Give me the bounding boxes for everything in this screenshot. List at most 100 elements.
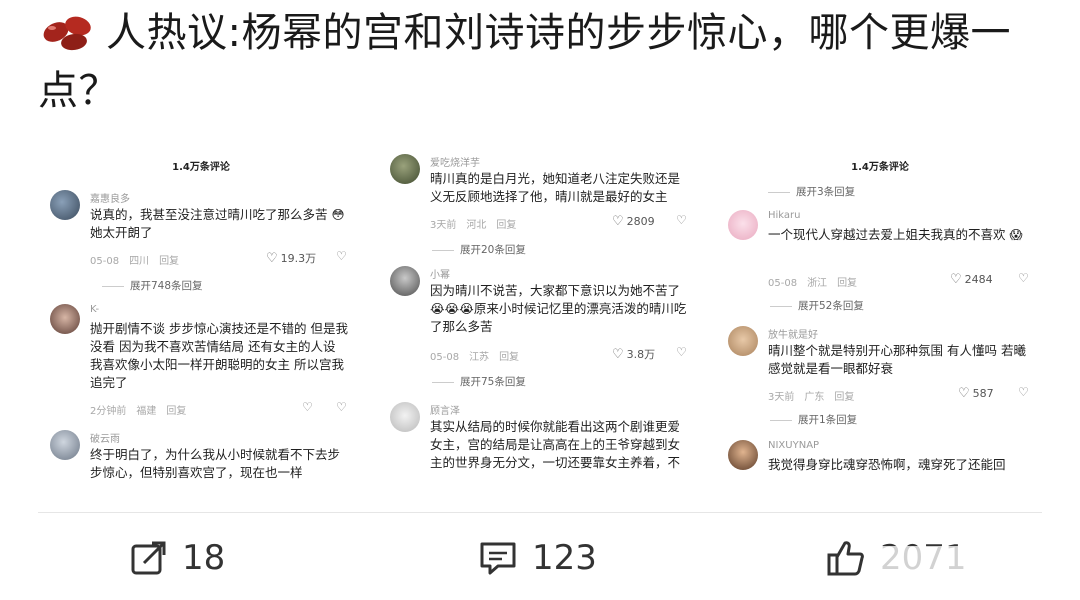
comment-meta: 3天前 河北 回复 [430,216,526,231]
commenter-name: K- [90,304,100,315]
post-title-text: 人热议:杨幂的宫和刘诗诗的步步惊心，哪个更爆一点？ [38,10,1011,114]
expand-replies-button[interactable]: 展开3条回复 [768,184,855,199]
reply-button[interactable]: 回复 [496,220,516,231]
watermark [870,546,1070,580]
screenshot-panel-1[interactable]: 1.4万条评论 嘉惠良多 说真的，我甚至没注意过晴川吃了那么多苦 😳她太开朗了 … [40,150,362,480]
dislike-icon[interactable]: ♡ [1018,271,1029,285]
commenter-name: 破云雨 [90,434,120,445]
comment-item: NIXUYNAP 我觉得身穿比魂穿恐怖啊，魂穿死了还能回 [728,440,1034,480]
comment-location: 广东 [804,392,825,403]
comment-date: 2分钟前 [90,406,127,417]
like-count: 587 [972,387,994,400]
beans-emoji-icon [43,16,91,51]
screenshot-panel-3[interactable]: 1.4万条评论 展开3条回复 Hikaru 一个现代人穿越过去爱上姐夫我真的不喜… [718,150,1042,480]
dislike-icon[interactable]: ♡ [1018,385,1029,399]
avatar [728,210,758,240]
expand-replies-button[interactable]: 展开20条回复 [432,242,526,257]
comments-count-header: 1.4万条评论 [851,162,909,173]
heart-icon: ♡ [958,386,970,401]
commenter-name: 嘉惠良多 [90,194,130,205]
comment-location: 福建 [136,406,157,417]
comment-location: 江苏 [469,352,490,363]
comment-text: 晴川整个就是特别开心那种氛围 有人懂吗 若曦感觉就是看一眼都好衰 [768,343,1026,376]
comment-meta: 3天前 广东 回复 [768,388,864,403]
thumbs-up-icon [827,541,864,576]
expand-replies-button[interactable]: 展开75条回复 [432,374,526,389]
like-button[interactable]: ♡ 3.8万 [612,346,655,362]
avatar [390,402,420,432]
reply-button[interactable]: 回复 [159,256,179,267]
like-button[interactable]: ♡ 19.3万 [266,250,316,266]
comment-meta: 05-08 浙江 回复 [768,274,867,289]
dislike-icon[interactable]: ♡ [336,400,347,414]
comment-item: 小幂 因为晴川不说苦，大家都下意识以为她不苦了😭😭😭原来小时候记忆里的漂亮活泼的… [390,266,694,396]
comment-text: 抛开剧情不谈 步步惊心演技还是不错的 但是我没看 因为我不喜欢苦情结局 还有女主… [90,321,348,390]
comment-date: 05-08 [430,352,460,363]
avatar [390,154,420,184]
comment-icon [480,542,516,575]
comment-meta: 2分钟前 福建 回复 [90,402,196,417]
heart-icon: ♡ [266,251,278,266]
expand-replies-button[interactable]: 展开748条回复 [102,278,203,293]
post-title: 人热议:杨幂的宫和刘诗诗的步步惊心，哪个更爆一点？ [38,4,1048,120]
dislike-icon[interactable]: ♡ [676,213,687,227]
comment-text: 说真的，我甚至没注意过晴川吃了那么多苦 😳她太开朗了 [90,207,345,240]
share-icon [131,541,166,575]
avatar [390,266,420,296]
expand-replies-button[interactable]: 展开52条回复 [770,298,864,313]
like-icon[interactable]: ♡ [302,400,313,414]
avatar [728,326,758,356]
commenter-name: 小幂 [430,270,450,281]
avatar [50,430,80,460]
comment-date: 3天前 [430,220,457,231]
like-button[interactable]: ♡ 587 [958,386,994,401]
comment-item: Hikaru 一个现代人穿越过去爱上姐夫我真的不喜欢 😱 05-08 浙江 回复 ♡… [728,210,1034,320]
comment-meta: 05-08 江苏 回复 [430,348,529,363]
comment-button[interactable]: 123 [478,536,597,580]
comment-item: 放牛就是好 晴川整个就是特别开心那种氛围 有人懂吗 若曦感觉就是看一眼都好衰 3… [728,326,1034,436]
comment-meta: 05-08 四川 回复 [90,252,189,267]
commenter-name: 放牛就是好 [768,330,818,341]
comment-date: 3天前 [768,392,795,403]
reply-button[interactable]: 回复 [834,392,854,403]
heart-icon: ♡ [612,347,624,362]
dislike-icon[interactable]: ♡ [676,345,687,359]
avatar [50,304,80,334]
comment-location: 浙江 [807,278,828,289]
comment-text: 因为晴川不说苦，大家都下意识以为她不苦了😭😭😭原来小时候记忆里的漂亮活泼的晴川吃… [430,283,687,334]
comment-text: 晴川真的是白月光，她知道老八注定失败还是义无反顾地选择了他，晴川就是最好的女主 [430,171,681,204]
comment-item: 破云雨 终于明白了，为什么我从小时候就看不下去步步惊心，但特别喜欢宫了，现在也一… [50,430,354,480]
commenter-name: Hikaru [768,210,801,221]
commenter-name: 顾言泽 [430,406,460,417]
heart-icon: ♡ [950,272,962,287]
like-count: 2809 [626,215,655,228]
comment-date: 05-08 [768,278,798,289]
avatar [728,440,758,470]
reply-button[interactable]: 回复 [499,352,519,363]
comment-count: 123 [532,538,597,578]
commenter-name: 爱吃烧洋芋 [430,158,480,169]
commenter-name: NIXUYNAP [768,440,820,451]
comment-item: K- 抛开剧情不谈 步步惊心演技还是不错的 但是我没看 因为我不喜欢苦情结局 还… [50,304,354,424]
dislike-icon[interactable]: ♡ [336,249,347,263]
comment-item: 嘉惠良多 说真的，我甚至没注意过晴川吃了那么多苦 😳她太开朗了 05-08 四川回… [50,190,354,320]
like-count: 2484 [964,273,993,286]
heart-icon: ♡ [612,214,624,229]
reply-button[interactable]: 回复 [837,278,857,289]
like-button[interactable]: ♡ 2809 [612,214,655,229]
share-count: 18 [182,538,226,578]
comment-item: 顾言泽 其实从结局的时候你就能看出这两个剧谁更爱女主，宫的结局是让高高在上的王爷… [390,402,694,480]
like-button[interactable]: ♡ 2484 [950,272,993,287]
expand-replies-button[interactable]: 展开1条回复 [770,412,857,427]
comment-item: 爱吃烧洋芋 晴川真的是白月光，她知道老八注定失败还是义无反顾地选择了他，晴川就是… [390,154,694,257]
comment-text: 其实从结局的时候你就能看出这两个剧谁更爱女主，宫的结局是让高高在上的王爷穿越到女… [430,419,681,470]
comment-location: 四川 [129,256,150,267]
share-button[interactable]: 18 [130,536,225,580]
comment-text: 终于明白了，为什么我从小时候就看不下去步步惊心，但特别喜欢宫了，现在也一样 [90,447,341,480]
screenshot-panel-2[interactable]: 爱吃烧洋芋 晴川真的是白月光，她知道老八注定失败还是义无反顾地选择了他，晴川就是… [380,150,702,480]
comment-location: 河北 [466,220,487,231]
divider [38,512,1042,513]
comment-text: 我觉得身穿比魂穿恐怖啊，魂穿死了还能回 [768,457,1006,472]
comment-date: 05-08 [90,256,120,267]
reply-button[interactable]: 回复 [166,406,186,417]
